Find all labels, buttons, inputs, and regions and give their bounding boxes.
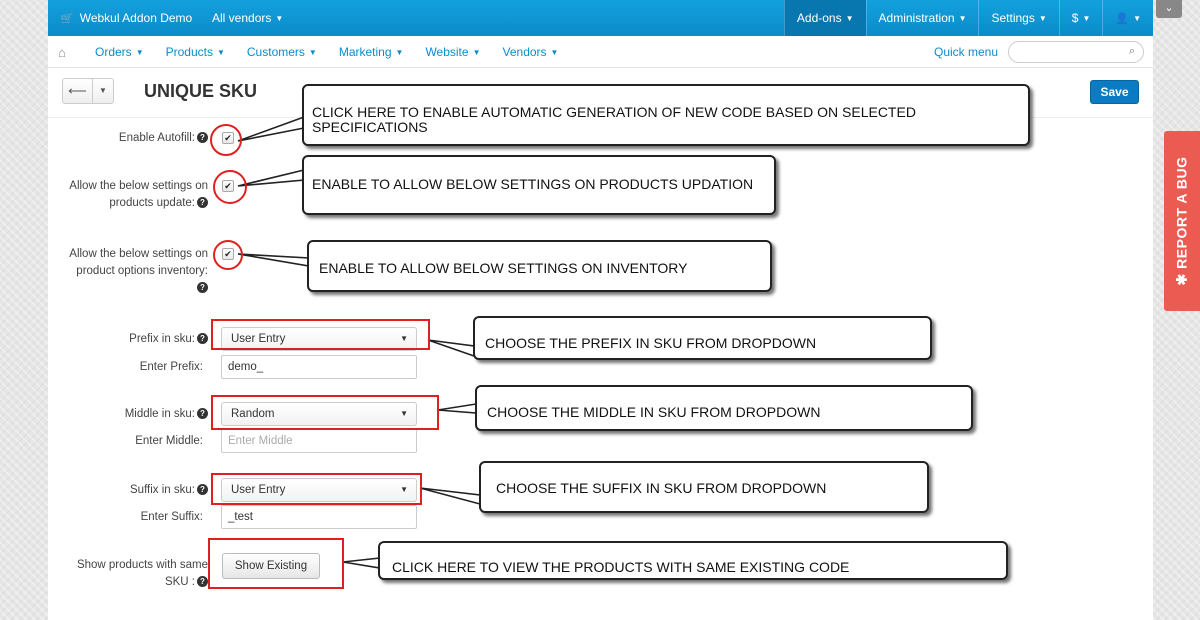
suffix-input[interactable]: _test [221, 505, 417, 529]
top-navbar: 🛒 Webkul Addon Demo All vendors ▼ Add-ons ▼… [48, 0, 1153, 36]
show-same-label: Show products with same SKU :? [48, 557, 208, 591]
suffix-label: Suffix in sku:? [48, 482, 208, 499]
caret-down-icon: ▼ [472, 47, 481, 57]
menu-settings-label: Settings [991, 11, 1035, 25]
caret-down-icon: ▼ [845, 13, 854, 23]
callout-autofill: CLICK HERE TO ENABLE AUTOMATIC GENERATIO… [302, 84, 1030, 146]
nav-vendors[interactable]: Vendors ▼ [492, 36, 570, 68]
secondary-navbar: ⌂ Orders ▼ Products ▼ Customers ▼ Marketing… [48, 36, 1153, 68]
save-button[interactable]: Save [1090, 80, 1139, 104]
page-title: UNIQUE SKU [144, 81, 258, 101]
report-bug-tab[interactable]: ✱ REPORT A BUG [1164, 131, 1200, 311]
show-same-text-2: SKU : [164, 576, 195, 588]
suffix-text: Suffix in sku: [130, 484, 195, 496]
caret-down-icon[interactable]: ▼ [93, 79, 113, 103]
callout-suffix: CHOOSE THE SUFFIX IN SKU FROM DROPDOWN [479, 461, 929, 513]
middle-label: Middle in sku:? [48, 406, 208, 423]
menu-settings[interactable]: Settings ▼ [978, 0, 1058, 36]
menu-administration-label: Administration [878, 11, 955, 25]
vendor-selector[interactable]: All vendors ▼ [212, 0, 283, 36]
caret-down-icon: ▼ [275, 13, 284, 23]
report-bug-label: REPORT A BUG [1173, 156, 1190, 269]
caret-down-icon: ▼ [550, 47, 559, 57]
menu-addons-label: Add-ons [796, 11, 842, 25]
help-icon[interactable]: ? [197, 576, 208, 588]
nav-website[interactable]: Website ▼ [414, 36, 491, 68]
caret-down-icon: ▼ [395, 47, 404, 57]
menu-currency[interactable]: $ ▼ [1058, 0, 1103, 36]
help-icon[interactable]: ? [197, 484, 208, 496]
help-icon[interactable]: ? [197, 408, 208, 420]
callout-inventory: ENABLE TO ALLOW BELOW SETTINGS ON INVENT… [307, 240, 772, 292]
enter-suffix-label: Enter Suffix: [140, 511, 203, 523]
prefix-text: Prefix in sku: [129, 333, 195, 345]
show-same-text-1: Show products with same [76, 559, 208, 571]
help-icon[interactable]: ? [197, 132, 208, 144]
caret-down-icon: ▼ [216, 47, 225, 57]
highlight-prefix-select [211, 319, 430, 350]
options-inventory-text-1: Allow the below settings on [69, 248, 208, 260]
nav-products[interactable]: Products ▼ [155, 36, 236, 68]
brand-link[interactable]: 🛒 Webkul Addon Demo [60, 0, 192, 36]
home-icon[interactable]: ⌂ [58, 45, 66, 60]
highlight-show-existing [208, 538, 344, 589]
nav-customers-label: Customers [246, 45, 305, 59]
nav-customers[interactable]: Customers ▼ [236, 36, 328, 68]
nav-orders[interactable]: Orders ▼ [84, 36, 155, 68]
products-update-label: Allow the below settings on products upd… [48, 178, 208, 212]
enter-middle-label: Enter Middle: [135, 435, 203, 447]
prefix-label: Prefix in sku:? [48, 331, 208, 348]
cart-icon: 🛒 [60, 13, 74, 25]
highlight-autofill-checkbox [210, 124, 242, 156]
quick-menu-link[interactable]: Quick menu [934, 36, 998, 68]
nav-vendors-label: Vendors [502, 45, 547, 59]
chevron-down-icon: ⌄ [1164, 2, 1174, 14]
nav-products-label: Products [165, 45, 213, 59]
nav-orders-label: Orders [95, 45, 132, 59]
middle-input[interactable]: Enter Middle [221, 429, 417, 453]
brand-label: Webkul Addon Demo [79, 11, 193, 25]
search-icon: ⌕ [1128, 45, 1135, 57]
options-inventory-label: Allow the below settings on product opti… [48, 246, 208, 297]
menu-administration[interactable]: Administration ▼ [865, 0, 979, 36]
callout-prefix: CHOOSE THE PREFIX IN SKU FROM DROPDOWN [473, 316, 932, 360]
highlight-update-checkbox [213, 170, 247, 204]
products-update-text-1: Allow the below settings on [69, 180, 208, 192]
back-arrow-icon[interactable]: ⟵ [63, 79, 93, 103]
callout-update: ENABLE TO ALLOW BELOW SETTINGS ON PRODUC… [302, 155, 776, 215]
help-icon[interactable]: ? [197, 282, 208, 294]
help-icon[interactable]: ? [197, 333, 208, 345]
prefix-input[interactable]: demo_ [221, 355, 417, 379]
bug-icon: ✱ [1173, 273, 1190, 286]
caret-down-icon: ▼ [1133, 13, 1141, 23]
menu-addons[interactable]: Add-ons ▼ [783, 0, 866, 36]
menu-user[interactable]: 👤 ▼ [1102, 0, 1153, 36]
back-button-group: ⟵ ▼ [62, 78, 114, 104]
callout-middle: CHOOSE THE MIDDLE IN SKU FROM DROPDOWN [475, 385, 973, 431]
enable-autofill-text: Enable Autofill: [118, 132, 195, 144]
caret-down-icon: ▼ [135, 47, 144, 57]
callout-existing: CLICK HERE TO VIEW THE PRODUCTS WITH SAM… [378, 541, 1008, 580]
caret-down-icon: ▼ [1082, 13, 1091, 23]
highlight-inventory-checkbox [213, 240, 243, 270]
caret-down-icon: ▼ [1038, 13, 1047, 23]
nav-marketing-label: Marketing [338, 45, 392, 59]
quick-search-input[interactable]: ⌕ [1008, 41, 1144, 63]
collapse-panel-button[interactable]: ⌄ [1156, 0, 1182, 18]
middle-text: Middle in sku: [124, 408, 195, 420]
user-icon: 👤 [1115, 13, 1130, 25]
products-update-text-2: products update: [109, 197, 195, 209]
menu-currency-label: $ [1071, 11, 1079, 25]
enter-prefix-label: Enter Prefix: [139, 361, 203, 373]
nav-marketing[interactable]: Marketing ▼ [328, 36, 415, 68]
help-icon[interactable]: ? [197, 197, 208, 209]
caret-down-icon: ▼ [308, 47, 317, 57]
options-inventory-text-2: product options inventory: [76, 265, 208, 277]
caret-down-icon: ▼ [958, 13, 967, 23]
highlight-suffix-select [211, 473, 422, 505]
vendor-selector-label: All vendors [212, 11, 272, 25]
highlight-middle-select [211, 395, 439, 430]
nav-website-label: Website [425, 45, 469, 59]
enable-autofill-label: Enable Autofill:? [48, 130, 208, 147]
